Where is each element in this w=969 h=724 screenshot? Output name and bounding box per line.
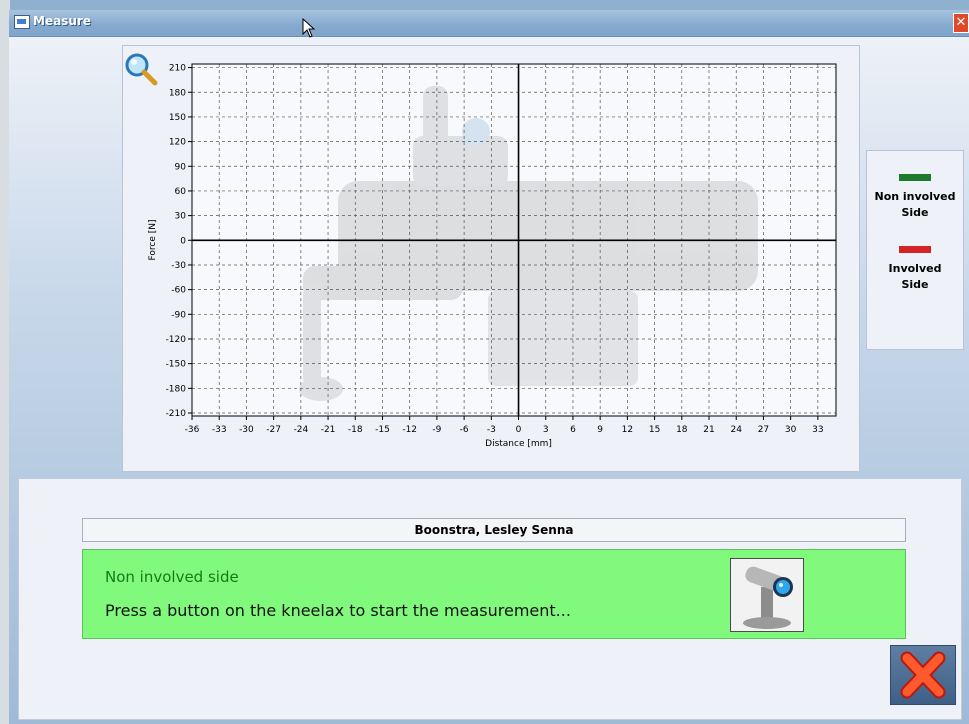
y-tick-label: -60 — [171, 286, 186, 296]
x-tick-label: 30 — [785, 425, 797, 435]
x-tick-label: 9 — [597, 425, 603, 435]
window-close-button[interactable]: ✕ — [953, 13, 969, 33]
y-axis-label: Force [N] — [148, 220, 158, 261]
y-tick-label: -120 — [166, 335, 187, 345]
x-axis-label: Distance [mm] — [485, 439, 552, 449]
y-tick-label: -150 — [166, 360, 187, 370]
legend-swatch-involved — [899, 246, 931, 253]
x-tick-label: 21 — [703, 425, 714, 435]
status-message: Press a button on the kneelax to start t… — [105, 601, 571, 620]
x-tick-label: -18 — [348, 425, 363, 435]
force-distance-chart: -36 -33 -30 -27 -24 -21 -18 -15 -12 -9 -6 -3 0 3 6 9 12 1… — [148, 63, 837, 449]
y-tick-label: -90 — [171, 310, 186, 320]
kneelax-device-icon — [730, 558, 804, 632]
y-tick-label: 30 — [175, 212, 187, 222]
y-tick-label: 90 — [175, 162, 187, 172]
y-tick-label: -180 — [166, 384, 187, 394]
x-tick-label: -12 — [402, 425, 417, 435]
status-box: Non involved side Press a button on the … — [82, 549, 906, 639]
y-tick-label: 120 — [169, 138, 186, 148]
red-x-close-icon — [900, 651, 946, 699]
force-distance-chart-panel: -36 -33 -30 -27 -24 -21 -18 -15 -12 -9 -6 -3 0 3 6 9 12 1… — [122, 45, 860, 472]
x-tick-label: -9 — [432, 425, 441, 435]
app-window-icon — [14, 15, 30, 29]
chart-legend: Non involved Side Involved Side — [866, 150, 964, 350]
y-tick-label: 180 — [169, 88, 186, 98]
magnifier-icon[interactable] — [124, 52, 158, 86]
x-tick-label: 12 — [622, 425, 633, 435]
y-tick-label: -30 — [171, 261, 186, 271]
x-tick-label: -24 — [293, 425, 308, 435]
legend-label-involved: Involved Side — [867, 261, 963, 293]
x-tick-label: 24 — [730, 425, 742, 435]
y-tick-label: 60 — [175, 187, 187, 197]
y-tick-label: 0 — [180, 236, 186, 246]
legend-label-involved-line1: Involved — [888, 262, 942, 275]
legend-swatch-non-involved — [899, 174, 931, 181]
legend-label-non-involved: Non involved Side — [867, 189, 963, 221]
x-tick-label: 0 — [516, 425, 522, 435]
patient-name: Boonstra, Lesley Senna — [82, 518, 906, 542]
x-tick-label: -3 — [487, 425, 496, 435]
legend-label-involved-line2: Side — [901, 278, 929, 291]
x-tick-label: -33 — [212, 425, 227, 435]
x-tick-label: -27 — [266, 425, 281, 435]
x-tick-label: -30 — [239, 425, 254, 435]
y-tick-label: 150 — [169, 113, 186, 123]
x-tick-label: -36 — [185, 425, 200, 435]
x-tick-label: -15 — [375, 425, 390, 435]
y-tick-label: -210 — [166, 409, 187, 419]
title-bar[interactable]: Measure ✕ — [9, 10, 969, 37]
x-tick-label: 27 — [758, 425, 769, 435]
x-tick-label: 15 — [649, 425, 660, 435]
x-tick-label: -6 — [460, 425, 469, 435]
x-tick-label: 3 — [543, 425, 549, 435]
status-title: Non involved side — [105, 568, 239, 586]
x-tick-label: -21 — [321, 425, 336, 435]
exit-button[interactable] — [890, 645, 956, 705]
x-tick-label: 18 — [676, 425, 688, 435]
y-tick-label: 210 — [169, 64, 186, 74]
x-tick-label: 6 — [570, 425, 576, 435]
legend-label-non-involved-line1: Non involved — [874, 190, 956, 203]
x-tick-label: 33 — [812, 425, 823, 435]
mouse-cursor-icon — [302, 18, 316, 38]
legend-label-non-involved-line2: Side — [901, 206, 929, 219]
window-title: Measure — [33, 14, 91, 28]
